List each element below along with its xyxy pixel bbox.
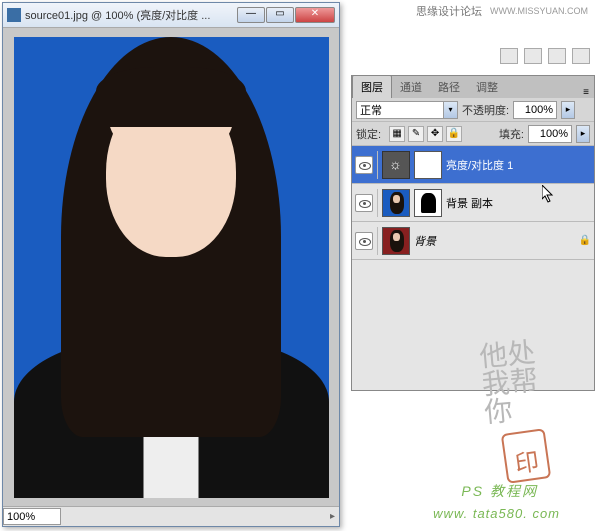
- chevron-down-icon[interactable]: ▾: [443, 102, 457, 118]
- visibility-eye-icon[interactable]: [355, 156, 373, 174]
- layer-name[interactable]: 亮度/对比度 1: [446, 157, 591, 173]
- blend-mode-select[interactable]: 正常 ▾: [356, 101, 458, 119]
- forum-header: 思缘设计论坛 WWW.MISSYUAN.COM: [416, 3, 588, 19]
- document-statusbar: ▸: [3, 506, 339, 526]
- status-arrow-icon[interactable]: ▸: [330, 511, 339, 522]
- layer-thumb[interactable]: [382, 189, 410, 217]
- lock-icon: 🔒: [579, 235, 591, 246]
- layer-thumb[interactable]: [382, 227, 410, 255]
- ps-file-icon: [7, 8, 21, 22]
- panel-tabs: 图层 通道 路径 调整 ≡: [352, 76, 594, 98]
- panel-icon[interactable]: [500, 48, 518, 64]
- close-button[interactable]: ✕: [295, 7, 335, 23]
- tab-adjustments[interactable]: 调整: [468, 76, 506, 98]
- layer-mask-thumb[interactable]: [414, 189, 442, 217]
- tab-paths[interactable]: 路径: [430, 76, 468, 98]
- watermark-label2: www. tata580. com: [433, 506, 560, 521]
- layer-row-background[interactable]: 背景 🔒: [352, 222, 594, 260]
- panel-icon-strip: [500, 48, 590, 64]
- opacity-input[interactable]: [513, 101, 557, 119]
- layer-row-adjustment[interactable]: 亮度/对比度 1: [352, 146, 594, 184]
- lock-fill-row: 锁定: ▦ ✎ ✥ 🔒 填充: ▸: [352, 122, 594, 146]
- opacity-label: 不透明度:: [462, 102, 509, 118]
- layers-list: 亮度/对比度 1 背景 副本 背景 🔒: [352, 146, 594, 260]
- tab-layers[interactable]: 图层: [352, 75, 392, 98]
- tab-channels[interactable]: 通道: [392, 76, 430, 98]
- layers-panel: 图层 通道 路径 调整 ≡ 正常 ▾ 不透明度: ▸ 锁定: ▦ ✎ ✥ 🔒 填…: [351, 75, 595, 391]
- lock-all-icon[interactable]: 🔒: [446, 126, 462, 142]
- layer-name[interactable]: 背景 副本: [446, 195, 591, 211]
- watermark-script: 他处我帮你: [478, 340, 541, 429]
- document-window: source01.jpg @ 100% (亮度/对比度 ... — ▭ ✕ ▸: [2, 2, 340, 527]
- fill-label: 填充:: [499, 126, 524, 142]
- panel-icon[interactable]: [548, 48, 566, 64]
- fill-flyout-button[interactable]: ▸: [576, 125, 590, 143]
- maximize-button[interactable]: ▭: [266, 7, 294, 23]
- minimize-button[interactable]: —: [237, 7, 265, 23]
- layer-name[interactable]: 背景: [414, 233, 575, 249]
- visibility-eye-icon[interactable]: [355, 194, 373, 212]
- layers-empty-area[interactable]: [352, 260, 594, 390]
- blend-opacity-row: 正常 ▾ 不透明度: ▸: [352, 98, 594, 122]
- canvas-area[interactable]: [3, 28, 339, 506]
- cursor-icon: [542, 185, 556, 205]
- watermark-label1: PS 教程网: [461, 481, 538, 501]
- brightness-contrast-icon: [382, 151, 410, 179]
- panel-icon[interactable]: [572, 48, 590, 64]
- lock-label: 锁定:: [356, 126, 381, 142]
- photo-canvas: [14, 37, 329, 498]
- visibility-eye-icon[interactable]: [355, 232, 373, 250]
- blend-mode-value: 正常: [360, 102, 382, 118]
- panel-menu-icon[interactable]: ≡: [578, 87, 594, 98]
- document-title: source01.jpg @ 100% (亮度/对比度 ...: [25, 7, 237, 23]
- document-titlebar[interactable]: source01.jpg @ 100% (亮度/对比度 ... — ▭ ✕: [3, 3, 339, 28]
- watermark-seal: [501, 428, 552, 484]
- layer-mask-thumb[interactable]: [414, 151, 442, 179]
- forum-site: WWW.MISSYUAN.COM: [490, 6, 588, 16]
- lock-transparency-icon[interactable]: ▦: [389, 126, 405, 142]
- forum-name: 思缘设计论坛: [416, 3, 482, 19]
- lock-position-icon[interactable]: ✥: [427, 126, 443, 142]
- opacity-flyout-button[interactable]: ▸: [561, 101, 575, 119]
- zoom-input[interactable]: [3, 508, 61, 525]
- fill-input[interactable]: [528, 125, 572, 143]
- lock-image-icon[interactable]: ✎: [408, 126, 424, 142]
- layer-row-copy[interactable]: 背景 副本: [352, 184, 594, 222]
- panel-icon[interactable]: [524, 48, 542, 64]
